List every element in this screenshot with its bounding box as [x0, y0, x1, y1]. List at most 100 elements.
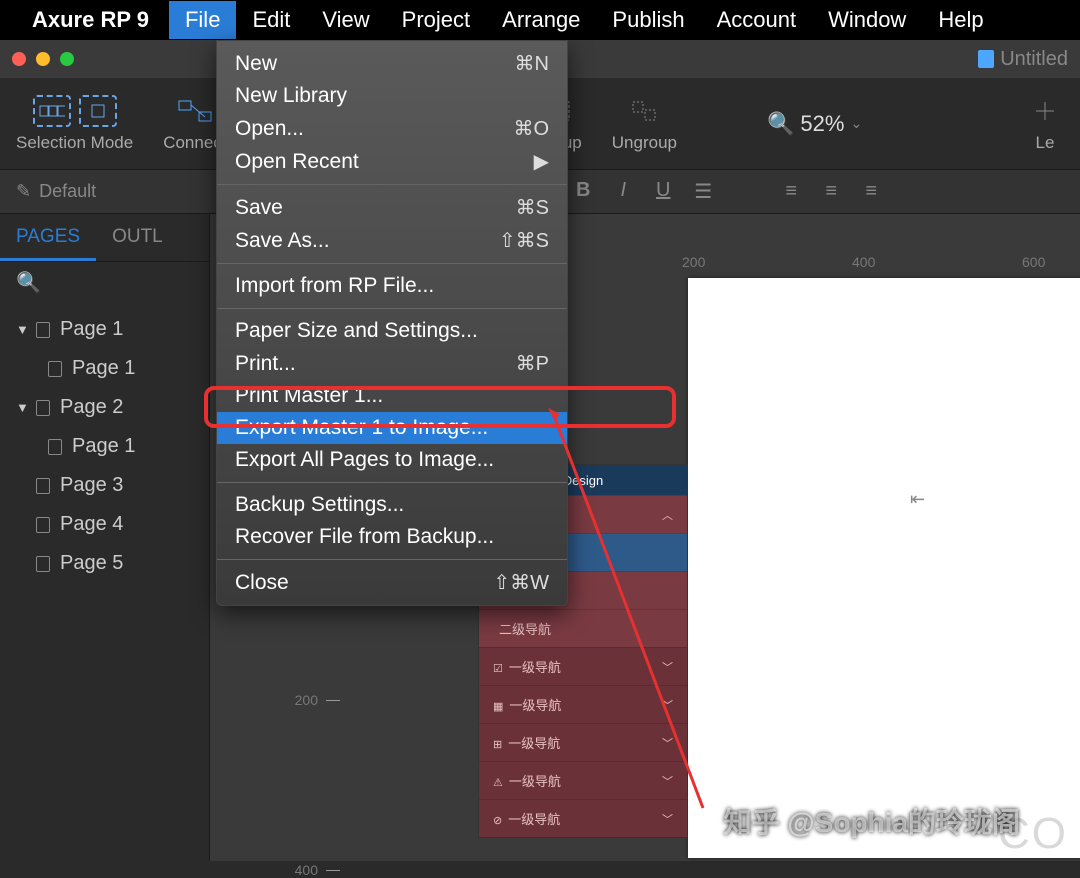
menu-help[interactable]: Help [922, 1, 999, 39]
underline-button[interactable]: U [649, 179, 677, 204]
outdent-icon[interactable]: ⇤ [910, 489, 925, 510]
menu-item-label: Open Recent [235, 150, 359, 174]
tab-outline[interactable]: OUTL [96, 214, 179, 261]
menu-view[interactable]: View [306, 1, 385, 39]
menu-file[interactable]: File [169, 1, 236, 39]
bold-button[interactable]: B [569, 179, 597, 204]
chevron-icon: ﹀ [662, 811, 673, 827]
menu-item-shortcut: ⌘O [513, 116, 549, 141]
macos-menubar: Axure RP 9 File Edit View Project Arrang… [0, 0, 1080, 40]
nav-item-label: 一级导航 [509, 660, 561, 675]
page-label: Page 2 [60, 396, 123, 419]
page-tree-item[interactable]: Page 5 [0, 544, 209, 583]
tab-pages[interactable]: PAGES [0, 214, 96, 261]
menu-item-label: Export Master 1 to Image... [235, 416, 488, 440]
menu-item-save[interactable]: Save⌘S [217, 191, 567, 224]
page-tree-item[interactable]: Page 3 [0, 466, 209, 505]
mockup-nav-item[interactable]: 二级导航 [479, 609, 687, 647]
text-format-buttons: B I U ☰ [569, 179, 717, 204]
sidebar-search[interactable]: 🔍 [0, 262, 209, 302]
menu-item-label: New [235, 52, 277, 76]
page-label: Page 5 [60, 552, 123, 575]
menu-item-print[interactable]: Print... ⌘P [217, 347, 567, 380]
menu-item-label: Import from RP File... [235, 274, 434, 298]
align-right-button[interactable]: ≡ [857, 180, 885, 203]
menu-item-shortcut: ▶ [534, 149, 549, 174]
menu-project[interactable]: Project [386, 1, 486, 39]
menu-item-print-master-1[interactable]: Print Master 1... [217, 380, 567, 412]
menu-account[interactable]: Account [701, 1, 813, 39]
right-tool[interactable]: Le [1026, 95, 1064, 153]
menu-item-label: Save [235, 196, 283, 220]
menu-item-shortcut: ⇧⌘S [499, 228, 549, 253]
ungroup-tool[interactable]: Ungroup [612, 95, 677, 153]
page-tree-item[interactable]: Page 1 [0, 349, 209, 388]
menu-item-open[interactable]: Open... ⌘O [217, 112, 567, 145]
chevron-icon: ﹀ [662, 773, 673, 789]
page-icon [48, 361, 62, 377]
menu-item-new-library[interactable]: New Library [217, 80, 567, 112]
menu-arrange[interactable]: Arrange [486, 1, 596, 39]
menu-item-label: Print... [235, 352, 296, 376]
menu-item-shortcut: ⌘P [516, 351, 549, 376]
canvas-page[interactable] [688, 278, 1080, 858]
page-tree-item[interactable]: ▼Page 1 [0, 310, 209, 349]
right-tool-icon [1026, 95, 1064, 127]
menu-item-export-master-1-to-image[interactable]: Export Master 1 to Image... [217, 412, 567, 444]
page-icon [36, 517, 50, 533]
menu-item-recover-file-from-backup[interactable]: Recover File from Backup... [217, 521, 567, 553]
align-buttons: ≡ ≡ ≡ [777, 180, 885, 203]
mockup-nav-item[interactable]: ⚠一级导航﹀ [479, 761, 687, 799]
file-menu-dropdown: New⌘N New Library Open... ⌘O Open Recent ▶ Sav… [216, 40, 568, 606]
menu-item-label: Save As... [235, 229, 330, 253]
menu-item-close[interactable]: Close⇧⌘W [217, 566, 567, 599]
mockup-nav-item[interactable]: ☑一级导航﹀ [479, 647, 687, 685]
close-window-button[interactable] [12, 52, 26, 66]
menu-item-export-all-pages-to-image[interactable]: Export All Pages to Image... [217, 444, 567, 476]
menu-item-paper-size-and-settings[interactable]: Paper Size and Settings... [217, 315, 567, 347]
menu-item-label: New Library [235, 84, 347, 108]
ungroup-label: Ungroup [612, 133, 677, 153]
document-icon [978, 50, 994, 68]
menu-item-new[interactable]: New⌘N [217, 47, 567, 80]
minimize-window-button[interactable] [36, 52, 50, 66]
page-tree-item[interactable]: Page 4 [0, 505, 209, 544]
connect-icon [176, 95, 214, 127]
menu-window[interactable]: Window [812, 1, 922, 39]
page-label: Page 1 [72, 357, 135, 380]
tree-caret-icon[interactable]: ▼ [16, 322, 26, 337]
selection-contained-icon[interactable] [33, 95, 71, 127]
maximize-window-button[interactable] [60, 52, 74, 66]
style-picker[interactable]: ✎ Default [16, 181, 96, 202]
page-tree: ▼Page 1Page 1▼Page 2Page 1Page 3Page 4Pa… [0, 302, 209, 591]
mockup-nav-item[interactable]: ⊞一级导航﹀ [479, 723, 687, 761]
mockup-nav-item[interactable]: ▦一级导航﹀ [479, 685, 687, 723]
selection-intersect-icon[interactable] [79, 95, 117, 127]
zoom-control[interactable]: 🔍 52% ⌄ [767, 111, 862, 137]
page-icon [48, 439, 62, 455]
chevron-icon: ﹀ [662, 697, 673, 713]
tree-caret-icon[interactable]: ▼ [16, 400, 26, 415]
nav-item-icon: ⊘ [493, 815, 502, 827]
app-name: Axure RP 9 [32, 7, 149, 33]
italic-button[interactable]: I [609, 179, 637, 204]
menu-item-backup-settings[interactable]: Backup Settings... [217, 489, 567, 521]
menu-edit[interactable]: Edit [236, 1, 306, 39]
menu-item-import-from-rp-file[interactable]: Import from RP File... [217, 270, 567, 302]
selection-mode-tool[interactable]: Selection Mode [16, 95, 133, 153]
mockup-nav-item[interactable]: ⊘一级导航﹀ [479, 799, 687, 837]
nav-item-label: 一级导航 [509, 698, 561, 713]
page-label: Page 4 [60, 513, 123, 536]
page-tree-item[interactable]: Page 1 [0, 427, 209, 466]
menu-item-label: Open... [235, 117, 304, 141]
align-center-button[interactable]: ≡ [817, 180, 845, 203]
align-left-button[interactable]: ≡ [777, 180, 805, 203]
page-tree-item[interactable]: ▼ Page 2 [0, 388, 209, 427]
bullets-button[interactable]: ☰ [689, 179, 717, 204]
menu-item-open-recent[interactable]: Open Recent ▶ [217, 145, 567, 178]
menu-item-save-as[interactable]: Save As... ⇧⌘S [217, 224, 567, 257]
page-icon [36, 400, 50, 416]
menu-publish[interactable]: Publish [596, 1, 700, 39]
watermark-text: 知乎 @Sophia的玲珑阁 [724, 801, 1020, 841]
zoom-chevron-icon: ⌄ [850, 115, 862, 132]
